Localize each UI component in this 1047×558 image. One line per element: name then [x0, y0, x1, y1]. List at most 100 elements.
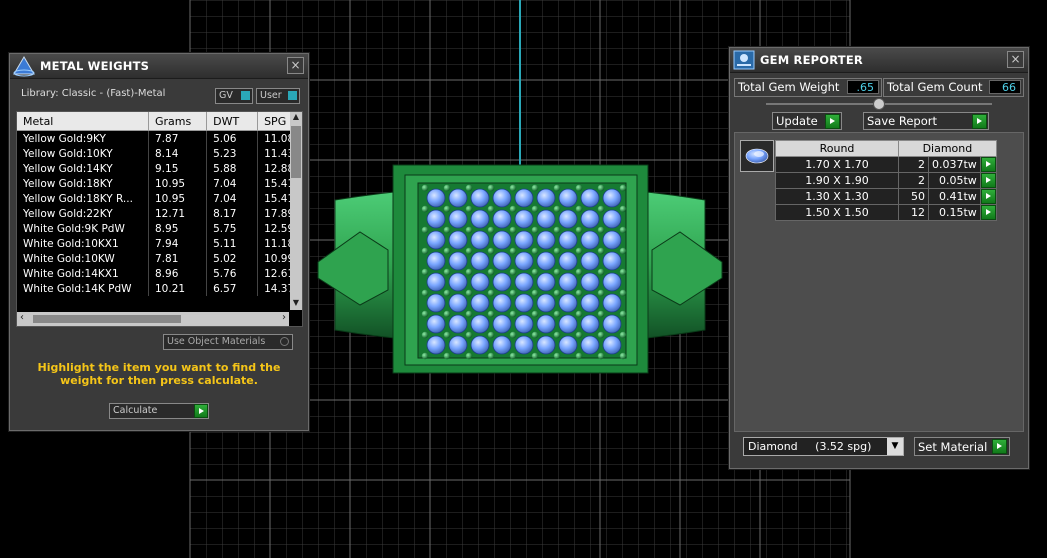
gem-stone [426, 188, 446, 208]
gem-row[interactable]: 1.50 X 1.50 12 0.15tw [775, 204, 997, 221]
table-row[interactable]: Yellow Gold:14KY 9.15 5.88 12.88 [17, 161, 302, 176]
gv-toggle[interactable]: GV [215, 88, 253, 104]
gem-row[interactable]: 1.90 X 1.90 2 0.05tw [775, 172, 997, 189]
scroll-thumb[interactable] [291, 126, 301, 178]
table-row[interactable]: Yellow Gold:18KY 10.95 7.04 15.41 [17, 176, 302, 191]
splitter-handle-icon[interactable] [873, 98, 885, 110]
gem-weight-cell: 0.037tw [928, 156, 981, 173]
vertical-scrollbar[interactable]: ▲ ▼ [290, 112, 302, 310]
prong-bead [597, 310, 605, 318]
close-button[interactable]: × [1007, 51, 1024, 68]
prong-bead [575, 310, 583, 318]
gem-count-cell: 2 [898, 172, 929, 189]
prong-bead [553, 268, 561, 276]
prong-bead [465, 289, 473, 297]
calculate-button[interactable]: Calculate [109, 403, 209, 419]
gem-stone [448, 230, 468, 250]
gem-stone [514, 293, 534, 313]
gem-stone [602, 251, 622, 271]
total-count-field: 66 [989, 80, 1021, 94]
panel-title: METAL WEIGHTS [40, 59, 150, 73]
table-cell: Yellow Gold:14KY [17, 161, 149, 176]
close-button[interactable]: × [287, 57, 304, 74]
gem-row-action[interactable] [979, 172, 997, 189]
table-cell: 10.95 [148, 191, 208, 206]
prong-bead [443, 331, 451, 339]
gem-stone [558, 314, 578, 334]
column-header[interactable]: Grams [148, 112, 208, 131]
column-header[interactable]: Metal [17, 112, 149, 131]
scroll-up-icon[interactable]: ▲ [290, 112, 302, 124]
metal-weights-titlebar[interactable]: METAL WEIGHTS × [10, 54, 308, 79]
prong-bead [575, 331, 583, 339]
update-button[interactable]: Update [772, 112, 842, 130]
use-object-materials-toggle[interactable]: Use Object Materials [163, 334, 293, 350]
column-header[interactable]: DWT [206, 112, 259, 131]
dropdown-arrow-icon[interactable]: ▼ [887, 438, 903, 455]
prong-bead [619, 247, 627, 255]
user-toggle[interactable]: User [256, 88, 300, 104]
table-cell: 10.95 [148, 176, 208, 191]
gem-stone [470, 188, 490, 208]
prong-bead [509, 184, 517, 192]
metal-weights-panel: METAL WEIGHTS × Library: Classic - (Fast… [9, 53, 309, 431]
gem-shape-thumbnail[interactable] [740, 140, 774, 172]
save-report-button[interactable]: Save Report [863, 112, 989, 130]
prong-bead [487, 331, 495, 339]
total-weight-field: .65 [847, 80, 879, 94]
prong-bead [553, 247, 561, 255]
prong-bead [487, 268, 495, 276]
set-material-button[interactable]: Set Material [914, 437, 1010, 456]
scroll-left-icon[interactable]: ‹ [20, 312, 24, 323]
table-row[interactable]: White Gold:10KW 7.81 5.02 10.99 [17, 251, 302, 266]
table-row[interactable]: White Gold:14KX1 8.96 5.76 12.61 [17, 266, 302, 281]
panel-title: GEM REPORTER [760, 53, 863, 67]
prong-bead [443, 352, 451, 360]
table-cell: Yellow Gold:10KY [17, 146, 149, 161]
table-row[interactable]: Yellow Gold:18KY R... 10.95 7.04 15.41 [17, 191, 302, 206]
gem-stone [448, 335, 468, 355]
gem-stone [558, 272, 578, 292]
gem-table: Round Diamond 1.70 X 1.70 2 0.037tw 1.90 X … [775, 140, 997, 221]
table-cell: 10.21 [148, 281, 208, 296]
table-row[interactable]: Yellow Gold:10KY 8.14 5.23 11.43 [17, 146, 302, 161]
table-row[interactable]: White Gold:9K PdW 8.95 5.75 12.59 [17, 221, 302, 236]
table-cell: 8.95 [148, 221, 208, 236]
gem-stone [492, 272, 512, 292]
prong-bead [465, 184, 473, 192]
gem-reporter-titlebar[interactable]: GEM REPORTER × [730, 48, 1028, 73]
table-row[interactable]: White Gold:14K PdW 10.21 6.57 14.37 [17, 281, 302, 296]
table-row[interactable]: White Gold:10KX1 7.94 5.11 11.18 [17, 236, 302, 251]
prong-bead [487, 310, 495, 318]
gem-row-action[interactable] [979, 204, 997, 221]
table-row[interactable]: Yellow Gold:22KY 12.71 8.17 17.89 [17, 206, 302, 221]
gem-row[interactable]: 1.30 X 1.30 50 0.41tw [775, 188, 997, 205]
gem-stone [492, 251, 512, 271]
table-cell: 8.96 [148, 266, 208, 281]
table-cell: 5.75 [206, 221, 259, 236]
gem-row-action[interactable] [979, 156, 997, 173]
prong-bead [553, 226, 561, 234]
prong-bead [531, 352, 539, 360]
gem-row[interactable]: 1.70 X 1.70 2 0.037tw [775, 156, 997, 173]
scroll-thumb-h[interactable] [33, 315, 181, 323]
horizontal-scrollbar[interactable]: ‹ › [17, 312, 289, 326]
gem-stone [492, 188, 512, 208]
prong-bead [421, 352, 429, 360]
prong-bead [465, 352, 473, 360]
prong-bead [619, 268, 627, 276]
material-select[interactable]: Diamond (3.52 spg) ▼ [743, 437, 904, 456]
play-arrow-icon [972, 114, 987, 129]
gem-row-action[interactable] [979, 188, 997, 205]
gem-count-cell: 50 [898, 188, 929, 205]
gem-stone [470, 272, 490, 292]
play-arrow-icon [980, 157, 996, 172]
table-row[interactable]: Yellow Gold:9KY 7.87 5.06 11.08 [17, 130, 302, 146]
prong-bead [509, 226, 517, 234]
scroll-down-icon[interactable]: ▼ [290, 298, 302, 310]
gem-weight-cell: 0.05tw [928, 172, 981, 189]
prong-bead [509, 331, 517, 339]
scroll-right-icon[interactable]: › [282, 312, 286, 323]
prong-bead [465, 226, 473, 234]
gem-stone [426, 230, 446, 250]
